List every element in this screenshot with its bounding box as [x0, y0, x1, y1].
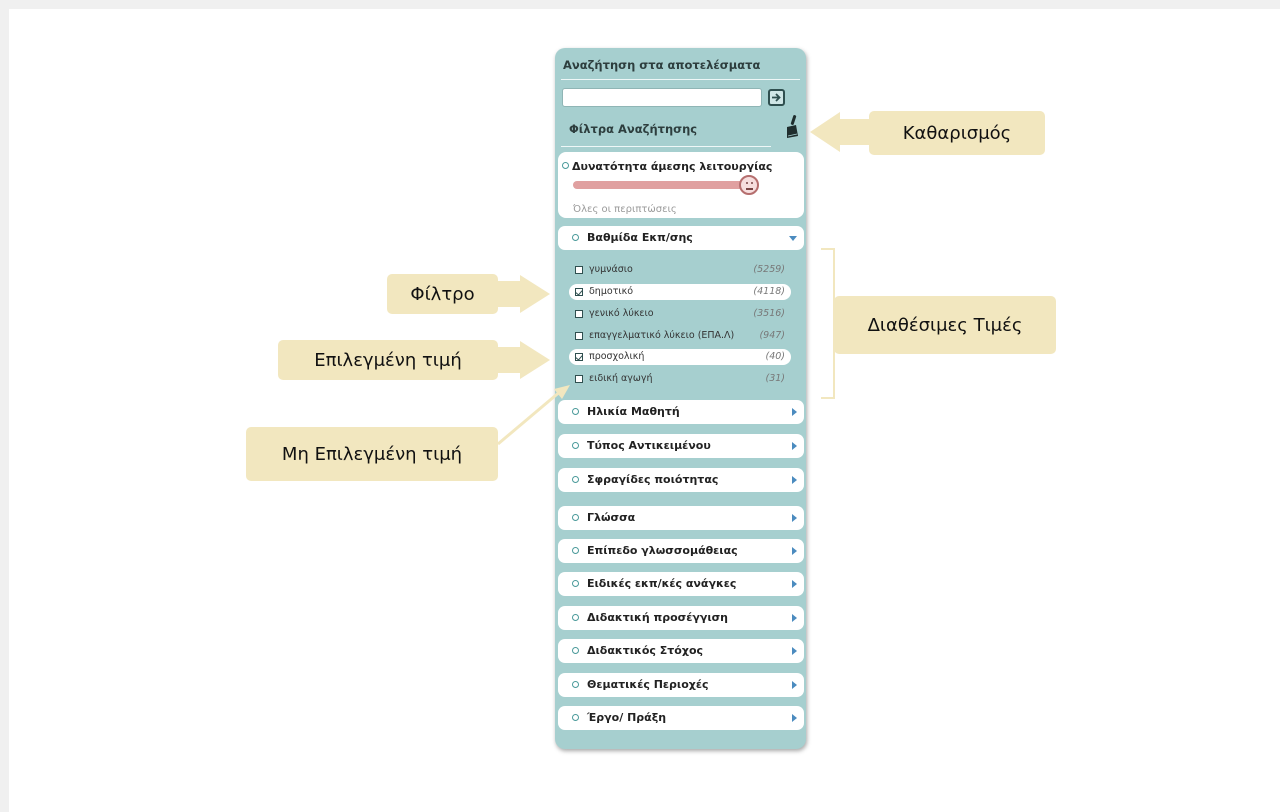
filter-category-special-needs[interactable]: Ειδικές εκπ/κές ανάγκες: [558, 572, 804, 596]
panel-title: Αναζήτηση στα αποτελέσματα: [563, 58, 761, 72]
filter-category-label: Έργο/ Πράξη: [587, 711, 667, 724]
callout-arrow: [498, 347, 520, 373]
filter-category-language[interactable]: Γλώσσα: [558, 506, 804, 530]
filter-value-label: επαγγελματικό λύκειο (ΕΠΑ.Λ): [589, 330, 735, 341]
divider: [561, 146, 771, 147]
search-filter-panel: Αναζήτηση στα αποτελέσματα Φίλτρα Αναζήτ…: [555, 48, 806, 749]
chevron-right-icon: [792, 547, 797, 555]
slider-filter-note: Όλες οι περιπτώσεις: [573, 204, 677, 215]
checkbox[interactable]: [575, 310, 583, 318]
slider-filter-label: Δυνατότητα άμεσης λειτουργίας: [572, 160, 773, 173]
filter-category-object-type[interactable]: Τύπος Αντικειμένου: [558, 434, 804, 458]
chevron-right-icon: [792, 681, 797, 689]
bullet-icon: [572, 580, 579, 587]
filter-value-count: (3516): [753, 308, 785, 319]
filter-value-count: (947): [759, 330, 785, 341]
callout-unselected-value: Μη Επιλεγμένη τιμή: [246, 427, 498, 481]
callout-arrow: [498, 281, 520, 307]
filter-category-teaching-approach[interactable]: Διδακτική προσέγγιση: [558, 606, 804, 630]
go-arrow-icon: [772, 93, 781, 102]
filter-value-selected[interactable]: δημοτικό (4118): [569, 284, 791, 300]
chevron-right-icon: [792, 647, 797, 655]
chevron-right-icon: [792, 408, 797, 416]
callout-arrow: [520, 275, 550, 313]
filter-category-label: Διδακτική προσέγγιση: [587, 611, 729, 624]
chevron-right-icon: [792, 476, 797, 484]
callout-selected-value: Επιλεγμένη τιμή: [278, 340, 498, 380]
filters-title: Φίλτρα Αναζήτησης: [569, 122, 698, 136]
filter-value[interactable]: γενικό λύκειο (3516): [569, 306, 791, 322]
search-go-button[interactable]: [768, 89, 785, 106]
callout-filter: Φίλτρο: [387, 274, 498, 314]
pointer-line: [497, 385, 570, 446]
divider: [561, 79, 800, 80]
checkbox[interactable]: [575, 266, 583, 274]
filter-category-student-age[interactable]: Ηλικία Μαθητή: [558, 400, 804, 424]
filter-value-selected[interactable]: προσχολική (40): [569, 349, 791, 365]
filter-category-subject-areas[interactable]: Θεματικές Περιοχές: [558, 673, 804, 697]
checkbox-checked[interactable]: [575, 288, 583, 296]
bullet-icon: [572, 234, 579, 241]
bullet-icon: [572, 647, 579, 654]
chevron-right-icon: [792, 442, 797, 450]
search-input[interactable]: [562, 88, 762, 107]
filter-category-label: Σφραγίδες ποιότητας: [587, 473, 719, 486]
filter-value[interactable]: επαγγελματικό λύκειο (ΕΠΑ.Λ) (947): [569, 328, 791, 344]
checkbox-checked[interactable]: [575, 353, 583, 361]
filter-value-count: (40): [765, 351, 785, 362]
chevron-right-icon: [792, 714, 797, 722]
filter-value-label: ειδική αγωγή: [589, 373, 653, 384]
filter-category-teaching-goal[interactable]: Διδακτικός Στόχος: [558, 639, 804, 663]
bullet-icon: [572, 547, 579, 554]
bullet-icon: [572, 476, 579, 483]
callout-arrow: [520, 341, 550, 379]
filter-category-label: Γλώσσα: [587, 511, 636, 524]
callout-available-values: Διαθέσιμες Τιμές: [834, 296, 1056, 354]
chevron-right-icon: [792, 514, 797, 522]
filter-value[interactable]: γυμνάσιο (5259): [569, 262, 791, 278]
chevron-down-icon: [789, 236, 797, 241]
filter-category-level[interactable]: Βαθμίδα Εκπ/σης: [558, 226, 804, 250]
filter-category-project[interactable]: Έργο/ Πράξη: [558, 706, 804, 730]
slider-filter: Δυνατότητα άμεσης λειτουργίας Όλες οι πε…: [558, 152, 804, 218]
clear-filters-button[interactable]: [783, 114, 801, 140]
filter-category-label: Θεματικές Περιοχές: [587, 678, 709, 691]
filter-category-label: Διδακτικός Στόχος: [587, 644, 704, 657]
available-values-bracket: [821, 248, 835, 399]
filter-category-quality-seals[interactable]: Σφραγίδες ποιότητας: [558, 468, 804, 492]
filter-category-label: Τύπος Αντικειμένου: [587, 439, 711, 452]
checkbox[interactable]: [575, 332, 583, 340]
filter-category-label: Βαθμίδα Εκπ/σης: [587, 231, 693, 244]
filter-value[interactable]: ειδική αγωγή (31): [569, 371, 791, 387]
callout-clear: Καθαρισμός: [869, 111, 1045, 155]
chevron-right-icon: [792, 614, 797, 622]
bullet-icon: [572, 614, 579, 621]
filter-value-label: προσχολική: [589, 351, 645, 362]
filter-category-label: Ειδικές εκπ/κές ανάγκες: [587, 577, 737, 590]
bullet-icon: [572, 714, 579, 721]
filter-category-language-level[interactable]: Επίπεδο γλωσσομάθειας: [558, 539, 804, 563]
slider-track[interactable]: [573, 181, 748, 189]
filter-category-label: Επίπεδο γλωσσομάθειας: [587, 544, 738, 557]
chevron-right-icon: [792, 580, 797, 588]
filter-value-label: γενικό λύκειο: [589, 308, 654, 319]
callout-arrow: [840, 119, 870, 145]
filter-value-count: (4118): [753, 286, 785, 297]
bullet-icon: [572, 681, 579, 688]
callout-arrow: [810, 112, 840, 152]
filter-category-label: Ηλικία Μαθητή: [587, 405, 680, 418]
filter-value-count: (31): [765, 373, 785, 384]
filter-value-label: γυμνάσιο: [589, 264, 633, 275]
brush-icon: [787, 115, 798, 138]
filter-value-label: δημοτικό: [589, 286, 634, 297]
filter-value-count: (5259): [753, 264, 785, 275]
slider-handle[interactable]: [739, 175, 759, 195]
bullet-icon: [572, 514, 579, 521]
bullet-icon: [562, 162, 569, 169]
